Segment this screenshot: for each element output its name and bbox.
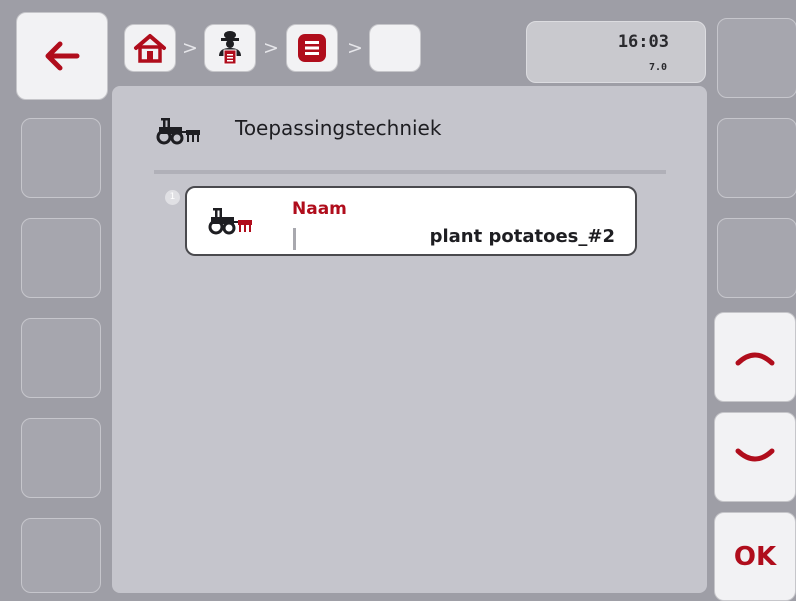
list-item-index: 1 [165,190,180,205]
arrow-left-icon [45,41,80,71]
ok-button-label: OK [733,541,777,572]
chevron-up-icon [735,352,775,366]
softkey-left-3[interactable] [21,218,101,298]
scroll-up-button[interactable] [714,312,796,402]
softkey-right-1[interactable] [717,18,796,98]
softkey-left-4[interactable] [21,318,101,398]
list-menu-icon [298,34,326,62]
chevron-down-icon [735,448,775,462]
list-item-value: plant potatoes_#2 [429,226,615,247]
breadcrumb-separator: > [263,37,279,59]
back-button[interactable] [16,12,108,100]
tractor-implement-icon [208,208,252,235]
tractor-implement-icon [156,118,200,145]
software-version: 7.0 [648,62,667,73]
status-clock: 16:03 7.0 [526,21,706,83]
softkey-right-3[interactable] [717,218,796,298]
list-item-label: Naam [292,199,347,219]
title-divider [154,170,666,174]
value-indicator [293,228,296,250]
operator-icon [219,31,241,65]
breadcrumb-menu-button[interactable] [286,24,338,72]
breadcrumb-separator: > [182,37,198,59]
softkey-left-6[interactable] [21,518,101,593]
breadcrumb-current-button[interactable] [369,24,421,72]
page-title: Toepassingstechniek [235,116,442,140]
home-icon [134,34,166,63]
breadcrumb-separator: > [347,37,363,59]
breadcrumb-operator-button[interactable] [204,24,256,72]
top-bar: > > > 16:03 7.0 [112,10,707,86]
main-panel [112,86,707,593]
scroll-down-button[interactable] [714,412,796,502]
softkey-right-2[interactable] [717,118,796,198]
softkey-left-5[interactable] [21,418,101,498]
list-item-naam[interactable]: Naam plant potatoes_#2 [185,186,637,256]
clock-time: 16:03 [617,32,669,52]
softkey-left-2[interactable] [21,118,101,198]
breadcrumb-home-button[interactable] [124,24,176,72]
ok-button[interactable]: OK [714,512,796,601]
